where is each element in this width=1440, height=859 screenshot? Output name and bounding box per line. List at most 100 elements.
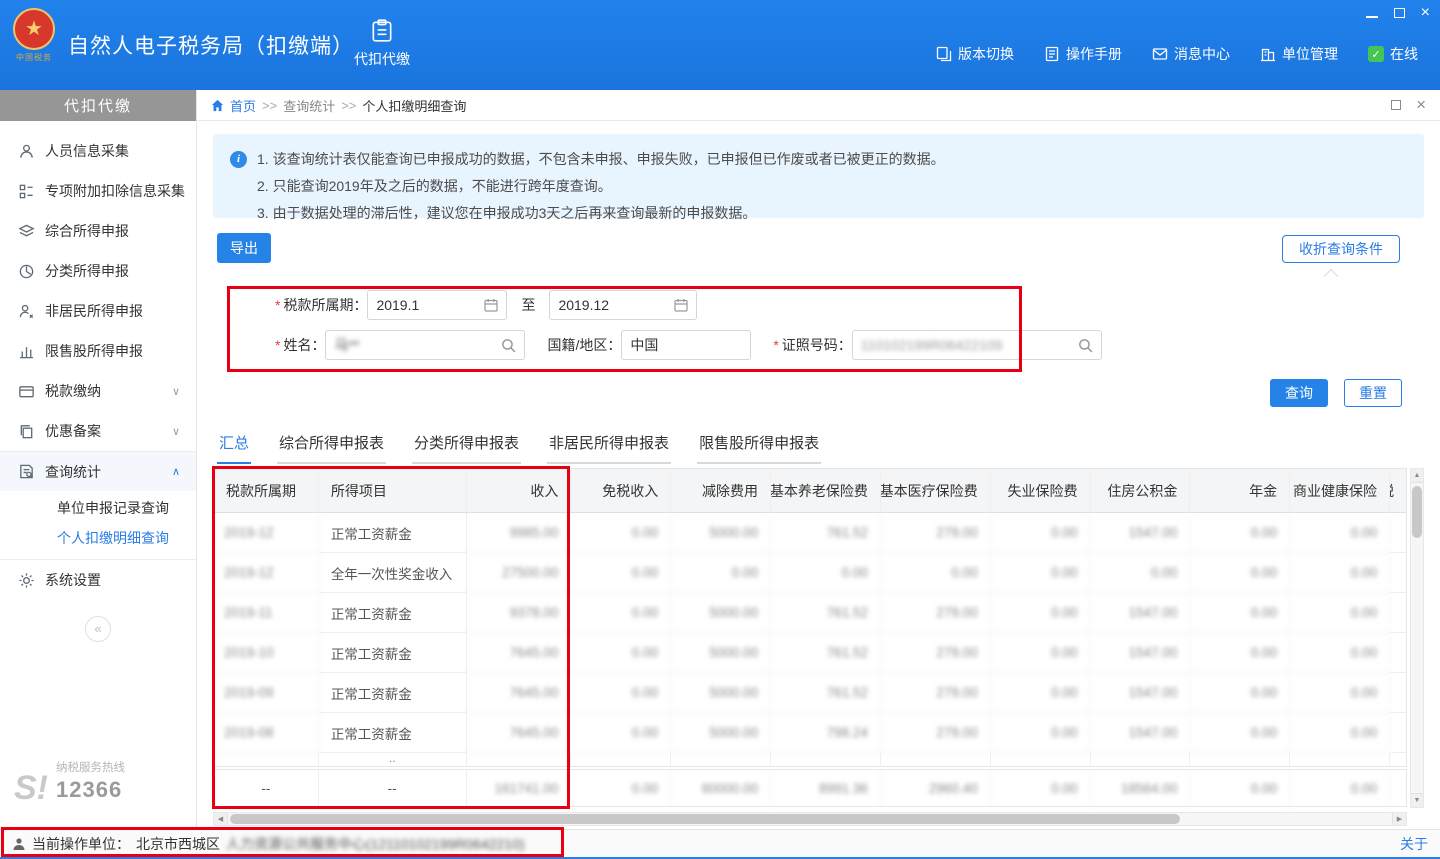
reset-button[interactable]: 重置 (1344, 379, 1402, 407)
copy-doc-icon (18, 423, 35, 440)
query-button[interactable]: 查询 (1270, 379, 1328, 407)
table-cell: 27500.00 (467, 553, 572, 593)
table-cell: 0.00 (1090, 553, 1190, 593)
collapse-query-button[interactable]: 收折查询条件 (1282, 235, 1400, 263)
table-cell: 0.00 (991, 770, 1091, 806)
sidebar-item-restricted-shares[interactable]: 限售股所得申报 (0, 331, 196, 371)
scroll-down-arrow[interactable]: ▼ (1411, 793, 1423, 807)
tab-comprehensive-income[interactable]: 综合所得申报表 (277, 426, 386, 464)
column-header: 商业健康保险 (1290, 469, 1390, 512)
nav-message-center[interactable]: 消息中心 (1152, 44, 1230, 64)
restore-button[interactable] (1394, 8, 1405, 18)
table-row[interactable]: 2019-10正常工资薪金7645.000.005000.00761.52279… (214, 633, 1406, 673)
sidebar-item-comprehensive-income[interactable]: 综合所得申报 (0, 211, 196, 251)
table-row[interactable]: 2019-11正常工资薪金9378.000.005000.00761.52279… (214, 593, 1406, 633)
result-tabs: 汇总 综合所得申报表 分类所得申报表 非居民所得申报表 限售股所得申报表 (217, 426, 821, 464)
table-row[interactable]: 2019-12全年一次性奖金收入27500.000.000.000.000.00… (214, 553, 1406, 593)
scroll-left-arrow[interactable]: ◀ (214, 813, 228, 825)
person-icon (18, 143, 35, 160)
horizontal-scrollbar[interactable]: ◀ ▶ (213, 812, 1407, 826)
table-cell (1390, 753, 1406, 766)
required-asterisk: * (773, 337, 778, 353)
period-to-value: 2019.12 (558, 297, 674, 313)
vertical-scrollbar[interactable]: ▲ ▼ (1410, 468, 1424, 808)
sidebar-item-label: 查询统计 (45, 462, 101, 482)
breadcrumb-home[interactable]: 首页 (230, 96, 256, 115)
table-row[interactable]: 2019-08正常工资薪金7645.000.005000.00798.24279… (214, 713, 1406, 753)
id-number-input[interactable]: 110102199R06422109 (852, 330, 1102, 360)
sidebar-item-special-deduction[interactable]: 专项附加扣除信息采集 (0, 171, 196, 211)
horizontal-scroll-thumb[interactable] (230, 814, 1180, 824)
results-table: 税款所属期所得项目收入免税收入减除费用基本养老保险费基本医疗保险费失业保险费住房… (213, 468, 1407, 767)
search-icon[interactable] (1078, 338, 1093, 353)
sidebar-collapse-button[interactable]: « (85, 616, 111, 642)
column-header: 收入 (467, 469, 572, 512)
table-cell (571, 753, 671, 766)
org-icon (1260, 46, 1276, 62)
table-cell: 2019-09 (214, 673, 319, 713)
tab-summary[interactable]: 汇总 (217, 426, 251, 464)
sidebar-subitem-unit-declaration-query[interactable]: 单位申报记录查询 (0, 493, 196, 523)
nav-version-switch[interactable]: 版本切换 (936, 44, 1014, 64)
sidebar-item-system-settings[interactable]: 系统设置 (0, 560, 196, 600)
sidebar-item-classified-income[interactable]: 分类所得申报 (0, 251, 196, 291)
module-tab-label: 代扣代缴 (338, 49, 426, 69)
tab-restricted-shares[interactable]: 限售股所得申报表 (697, 426, 821, 464)
nav-org-management[interactable]: 单位管理 (1260, 44, 1338, 64)
period-from-input[interactable]: 2019.1 (367, 290, 507, 320)
logo-text: 中国税务 (6, 52, 62, 63)
table-row[interactable]: ----161741.000.0060000.008991.362960.400… (214, 770, 1406, 806)
sidebar-item-nonresident-income[interactable]: 非居民所得申报 (0, 291, 196, 331)
sidebar-item-label: 人员信息采集 (45, 141, 129, 161)
calendar-icon[interactable] (484, 298, 498, 312)
table-cell: 0.00 (1190, 553, 1290, 593)
topbar: ★ 中国税务 自然人电子税务局（扣缴端） 代扣代缴 版本切换 操作手册 消息中心 (0, 0, 1440, 90)
minimize-button[interactable] (1366, 16, 1378, 18)
table-cell: 7645.00 (467, 673, 572, 713)
table-cell: 8991.36 (771, 770, 881, 806)
table-cell: 9985.00 (467, 513, 572, 553)
tab-classified-income[interactable]: 分类所得申报表 (412, 426, 521, 464)
nav-label: 版本切换 (958, 44, 1014, 64)
table-cell: 正常工资薪金 (319, 513, 467, 553)
clipboard-icon (338, 18, 426, 44)
nav-label: 消息中心 (1174, 44, 1230, 64)
about-link[interactable]: 关于 (1400, 834, 1428, 854)
sidebar-item-tax-payment[interactable]: 税款缴纳 ∨ (0, 371, 196, 411)
message-icon (1152, 46, 1168, 62)
nav-online-status[interactable]: ✓ 在线 (1368, 44, 1418, 64)
table-cell: 2019-11 (214, 593, 319, 633)
identity-row: * 姓名： 马** 国籍/地区： 中国 * 证照号码： 110102199R06… (275, 330, 1102, 360)
table-row[interactable]: 2019-12正常工资薪金9985.000.005000.00761.52279… (214, 513, 1406, 553)
table-cell: 5000.00 (671, 713, 771, 753)
export-button[interactable]: 导出 (217, 233, 271, 263)
sidebar-item-personnel-info[interactable]: 人员信息采集 (0, 131, 196, 171)
sidebar-item-query-statistics[interactable]: 查询统计 ∧ (0, 451, 196, 491)
sidebar-item-label: 优惠备案 (45, 421, 101, 441)
module-tab-withholding[interactable]: 代扣代缴 (338, 12, 426, 84)
breadcrumb-item[interactable]: 查询统计 (283, 96, 335, 115)
panel-restore-icon[interactable] (1391, 100, 1401, 110)
notice-line: 2. 只能查询2019年及之后的数据，不能进行跨年度查询。 (257, 173, 1408, 200)
calendar-icon[interactable] (674, 298, 688, 312)
wallet-icon (18, 383, 35, 400)
nationality-input[interactable]: 中国 (621, 330, 751, 360)
scroll-up-arrow[interactable]: ▲ (1411, 469, 1423, 483)
name-input[interactable]: 马** (325, 330, 525, 360)
close-button[interactable]: × (1421, 6, 1430, 20)
table-cell: 7645.00 (467, 713, 572, 753)
column-header: 所得项目 (319, 469, 467, 512)
period-to-input[interactable]: 2019.12 (549, 290, 697, 320)
scroll-right-arrow[interactable]: ▶ (1392, 813, 1406, 825)
sidebar-subitem-personal-withholding-query[interactable]: 个人扣缴明细查询 (0, 523, 196, 553)
chevron-up-icon: ∧ (172, 465, 180, 478)
vertical-scroll-thumb[interactable] (1412, 486, 1422, 538)
nav-manual[interactable]: 操作手册 (1044, 44, 1122, 64)
table-cell: -- (214, 770, 319, 806)
search-icon[interactable] (501, 338, 516, 353)
panel-close-icon[interactable]: × (1416, 99, 1426, 111)
table-row[interactable]: .. (214, 753, 1406, 766)
table-row[interactable]: 2019-09正常工资薪金7645.000.005000.00761.52279… (214, 673, 1406, 713)
tab-nonresident-income[interactable]: 非居民所得申报表 (547, 426, 671, 464)
sidebar-item-preferential-record[interactable]: 优惠备案 ∨ (0, 411, 196, 451)
